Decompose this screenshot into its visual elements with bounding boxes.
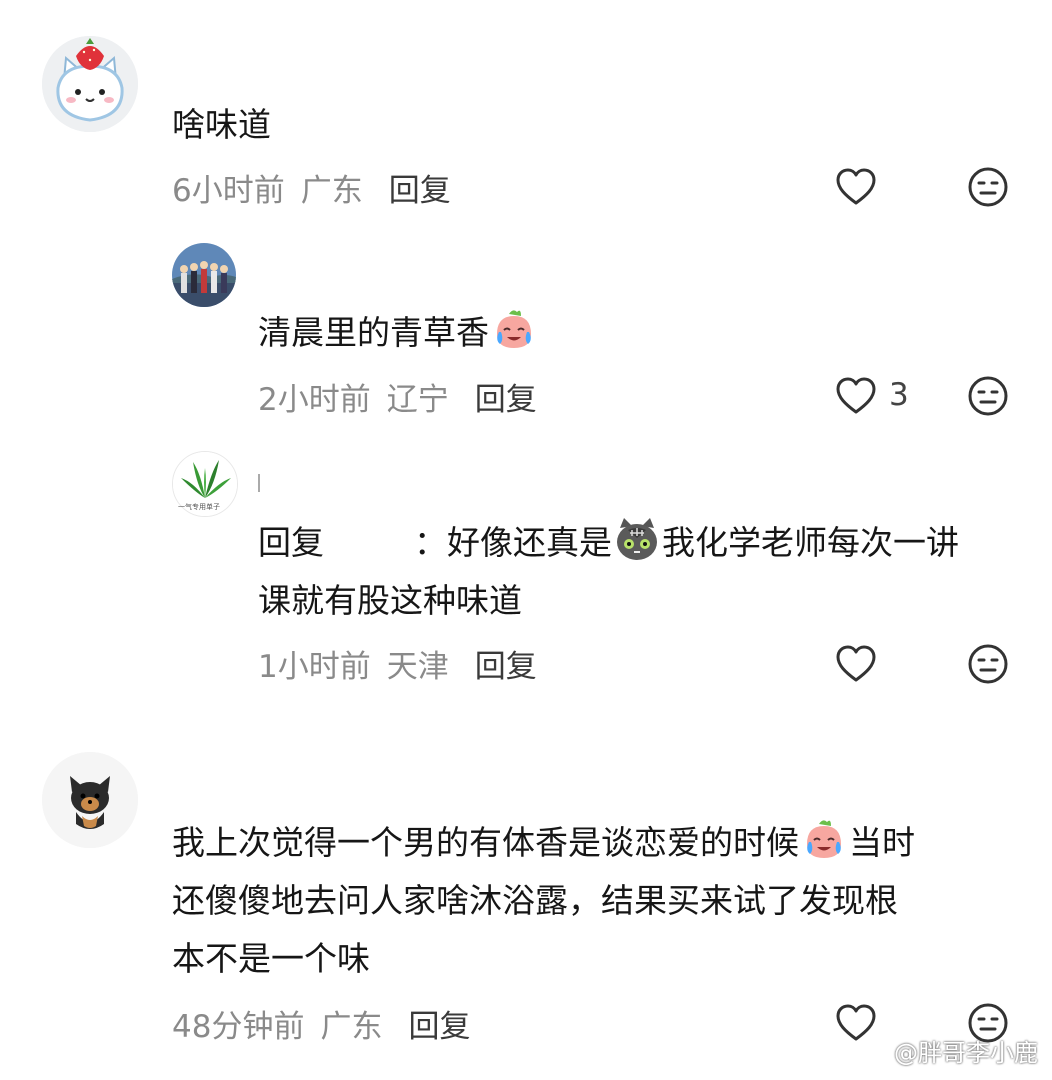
comment-text: 啥味道 (172, 105, 271, 144)
username-placeholder (258, 474, 260, 492)
comment-text: 清晨里的青草香 (258, 304, 539, 362)
reply-button[interactable]: 回复 (389, 165, 451, 210)
comment-text-line: 还傻傻地去问人家啥沐浴露，结果买来试了发现根 (172, 881, 898, 920)
avatar-caption: 一气专用单子 (178, 503, 220, 511)
reply-colon: ： (414, 523, 447, 562)
comment-meta: 6小时前 广东 回复 (172, 165, 451, 210)
comment-meta: 2小时前 辽宁 回复 (258, 374, 537, 419)
like-count: 3 (889, 377, 909, 413)
comment-time: 2小时前 (258, 381, 371, 418)
watermark: @胖哥李小鹿 (862, 1033, 1038, 1068)
comment-time: 1小时前 (258, 648, 371, 685)
comment-text-part: 好像还真是 (447, 523, 612, 562)
weibo-logo-icon (862, 1037, 890, 1065)
neutral-face-icon[interactable] (967, 643, 1009, 685)
avatar[interactable] (172, 243, 236, 307)
comment-location: 天津 (386, 648, 449, 685)
reply-prefix: 回复 (258, 523, 324, 562)
comment-text-part: 当时 (849, 823, 915, 862)
comment-meta: 1小时前 天津 回复 (258, 641, 537, 686)
comment-text-line: 课就有股这种味道 (258, 581, 522, 620)
comment-time: 48分钟前 (172, 1008, 305, 1045)
comment-text-content: 清晨里的青草香 (258, 313, 489, 352)
neutral-face-icon[interactable] (967, 166, 1009, 208)
neutral-face-icon[interactable] (967, 375, 1009, 417)
reply-button[interactable]: 回复 (475, 374, 537, 419)
comment-text: 回复 ：好像还真是 我化学老师每次一讲 (258, 514, 959, 572)
comment-meta: 48分钟前 广东 回复 (172, 1001, 470, 1046)
comment-time: 6小时前 (172, 172, 285, 209)
comment-location: 广东 (300, 172, 363, 209)
heart-outline-icon[interactable] (835, 167, 877, 207)
comment-location: 广东 (320, 1008, 383, 1045)
comment-text-part: 我化学老师每次一讲 (662, 523, 959, 562)
avatar[interactable] (42, 752, 138, 848)
gray-cat-emoji (614, 516, 660, 562)
comment-text-line: 本不是一个味 (172, 939, 370, 978)
reply-button[interactable]: 回复 (408, 1001, 470, 1046)
watermark-text: @胖哥李小鹿 (894, 1039, 1038, 1067)
heart-outline-icon[interactable] (835, 376, 877, 416)
reply-button[interactable]: 回复 (475, 641, 537, 686)
crying-peach-emoji (491, 306, 537, 352)
comment-location: 辽宁 (386, 381, 449, 418)
comment-text: 我上次觉得一个男的有体香是谈恋爱的时候 当时 (172, 814, 915, 872)
crying-peach-emoji (801, 816, 847, 862)
avatar[interactable] (42, 36, 138, 132)
heart-outline-icon[interactable] (835, 644, 877, 684)
comment-text-part: 我上次觉得一个男的有体香是谈恋爱的时候 (172, 823, 799, 862)
